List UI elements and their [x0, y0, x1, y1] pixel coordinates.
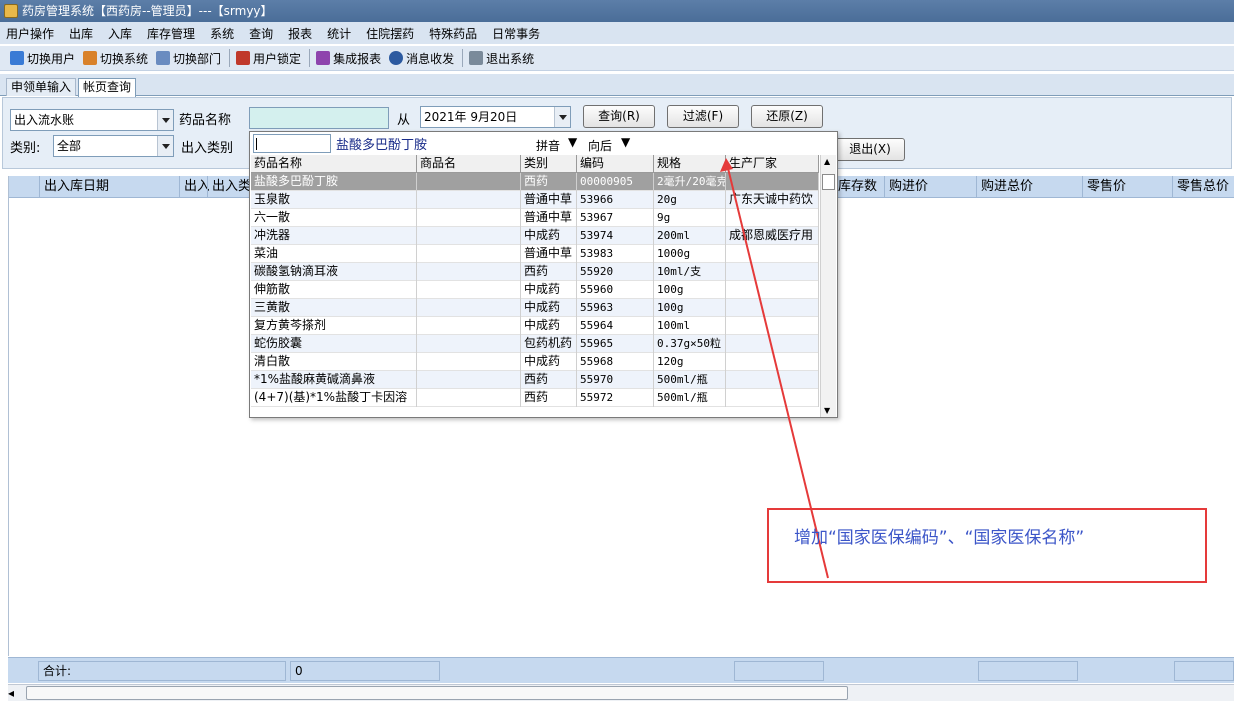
arrow-head [720, 158, 733, 172]
annotation-arrow [720, 158, 829, 579]
annotation-box: 增加“国家医保编码”、“国家医保名称” [767, 508, 1207, 583]
annotation-text: 增加“国家医保编码”、“国家医保名称” [794, 528, 1085, 548]
